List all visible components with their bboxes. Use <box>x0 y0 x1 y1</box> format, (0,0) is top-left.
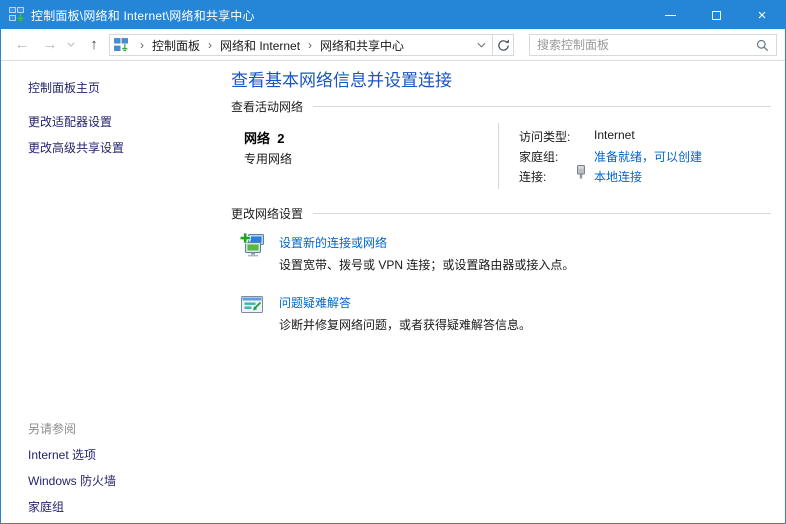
network-sharing-icon <box>9 7 25 23</box>
chevron-down-icon <box>477 42 486 48</box>
maximize-button[interactable] <box>693 1 739 29</box>
ethernet-plug-icon <box>576 165 586 179</box>
search-icon <box>756 39 769 52</box>
breadcrumb-separator: › <box>134 38 150 52</box>
window-controls: × <box>647 1 785 29</box>
sidebar-item-change-adapter-settings[interactable]: 更改适配器设置 <box>28 113 112 130</box>
access-type-label: 访问类型: <box>519 128 570 145</box>
titlebar: 控制面板\网络和 Internet\网络和共享中心 × <box>1 1 785 29</box>
refresh-button[interactable] <box>492 34 514 56</box>
navigation-bar: ← → ↑ › 控制面板 › 网络和 <box>1 29 785 61</box>
homegroup-status-link[interactable]: 准备就绪，可以创建 <box>594 148 702 165</box>
see-also-header: 另请参阅 <box>28 420 76 437</box>
setup-new-connection-desc: 设置宽带、拨号或 VPN 连接；或设置路由器或接入点。 <box>279 256 574 273</box>
sidebar-item-internet-options[interactable]: Internet 选项 <box>28 446 96 463</box>
network-divider <box>498 123 499 189</box>
forward-button[interactable]: → <box>37 29 63 60</box>
section-rule <box>313 213 771 214</box>
refresh-icon <box>497 39 510 52</box>
troubleshoot-problems-link[interactable]: 问题疑难解答 <box>279 294 351 311</box>
local-connection-link[interactable]: 本地连接 <box>594 168 642 185</box>
close-button[interactable]: × <box>739 1 785 29</box>
section-rule <box>313 106 771 107</box>
access-type-value: Internet <box>594 128 635 142</box>
network-sharing-center-window: 控制面板\网络和 Internet\网络和共享中心 × ← → ↑ <box>0 0 786 524</box>
minimize-icon <box>665 15 676 16</box>
section-title: 查看活动网络 <box>231 98 303 115</box>
back-button[interactable]: ← <box>7 29 37 60</box>
window-title: 控制面板\网络和 Internet\网络和共享中心 <box>31 7 255 24</box>
sidebar-item-windows-firewall[interactable]: Windows 防火墙 <box>28 472 116 489</box>
section-title: 更改网络设置 <box>231 205 303 222</box>
chevron-down-icon <box>67 42 75 47</box>
homegroup-label: 家庭组: <box>519 148 558 165</box>
up-button[interactable]: ↑ <box>81 29 107 60</box>
minimize-button[interactable] <box>647 1 693 29</box>
breadcrumb-item-control-panel[interactable]: 控制面板 <box>150 37 202 54</box>
sidebar-item-change-advanced-sharing[interactable]: 更改高级共享设置 <box>28 139 124 156</box>
breadcrumb-separator: › <box>202 38 218 52</box>
troubleshoot-icon <box>239 292 265 318</box>
recent-pages-dropdown[interactable] <box>63 29 79 60</box>
main-content: 查看基本网络信息并设置连接 查看活动网络 网络 2 专用网络 访问类型: Int… <box>231 60 771 520</box>
network-sharing-icon-small <box>114 38 129 53</box>
search-box <box>529 34 777 56</box>
connection-label: 连接: <box>519 168 546 185</box>
setup-new-connection-link[interactable]: 设置新的连接或网络 <box>279 234 387 251</box>
search-input[interactable] <box>537 38 752 52</box>
page-title: 查看基本网络信息并设置连接 <box>231 66 452 91</box>
troubleshoot-problems-desc: 诊断并修复网络问题，或者获得疑难解答信息。 <box>279 316 531 333</box>
address-dropdown[interactable] <box>477 42 486 48</box>
breadcrumb-item-network-sharing-center[interactable]: 网络和共享中心 <box>318 37 406 54</box>
breadcrumb-separator: › <box>302 38 318 52</box>
active-network-type: 专用网络 <box>244 150 292 167</box>
section-view-active-networks: 查看活动网络 <box>231 98 771 115</box>
close-icon: × <box>758 8 767 23</box>
sidebar-item-control-panel-home[interactable]: 控制面板主页 <box>28 79 100 96</box>
active-network-name: 网络 2 <box>244 128 284 147</box>
up-arrow-icon: ↑ <box>90 37 98 52</box>
breadcrumb-item-network-internet[interactable]: 网络和 Internet <box>218 37 302 54</box>
maximize-icon <box>712 11 721 20</box>
sidebar-item-homegroup[interactable]: 家庭组 <box>28 498 64 515</box>
new-connection-icon <box>239 232 265 258</box>
back-arrow-icon: ← <box>15 37 30 52</box>
section-change-network-settings: 更改网络设置 <box>231 205 771 222</box>
forward-arrow-icon: → <box>43 37 58 52</box>
breadcrumb: › 控制面板 › 网络和 Internet › 网络和共享中心 <box>109 34 493 56</box>
